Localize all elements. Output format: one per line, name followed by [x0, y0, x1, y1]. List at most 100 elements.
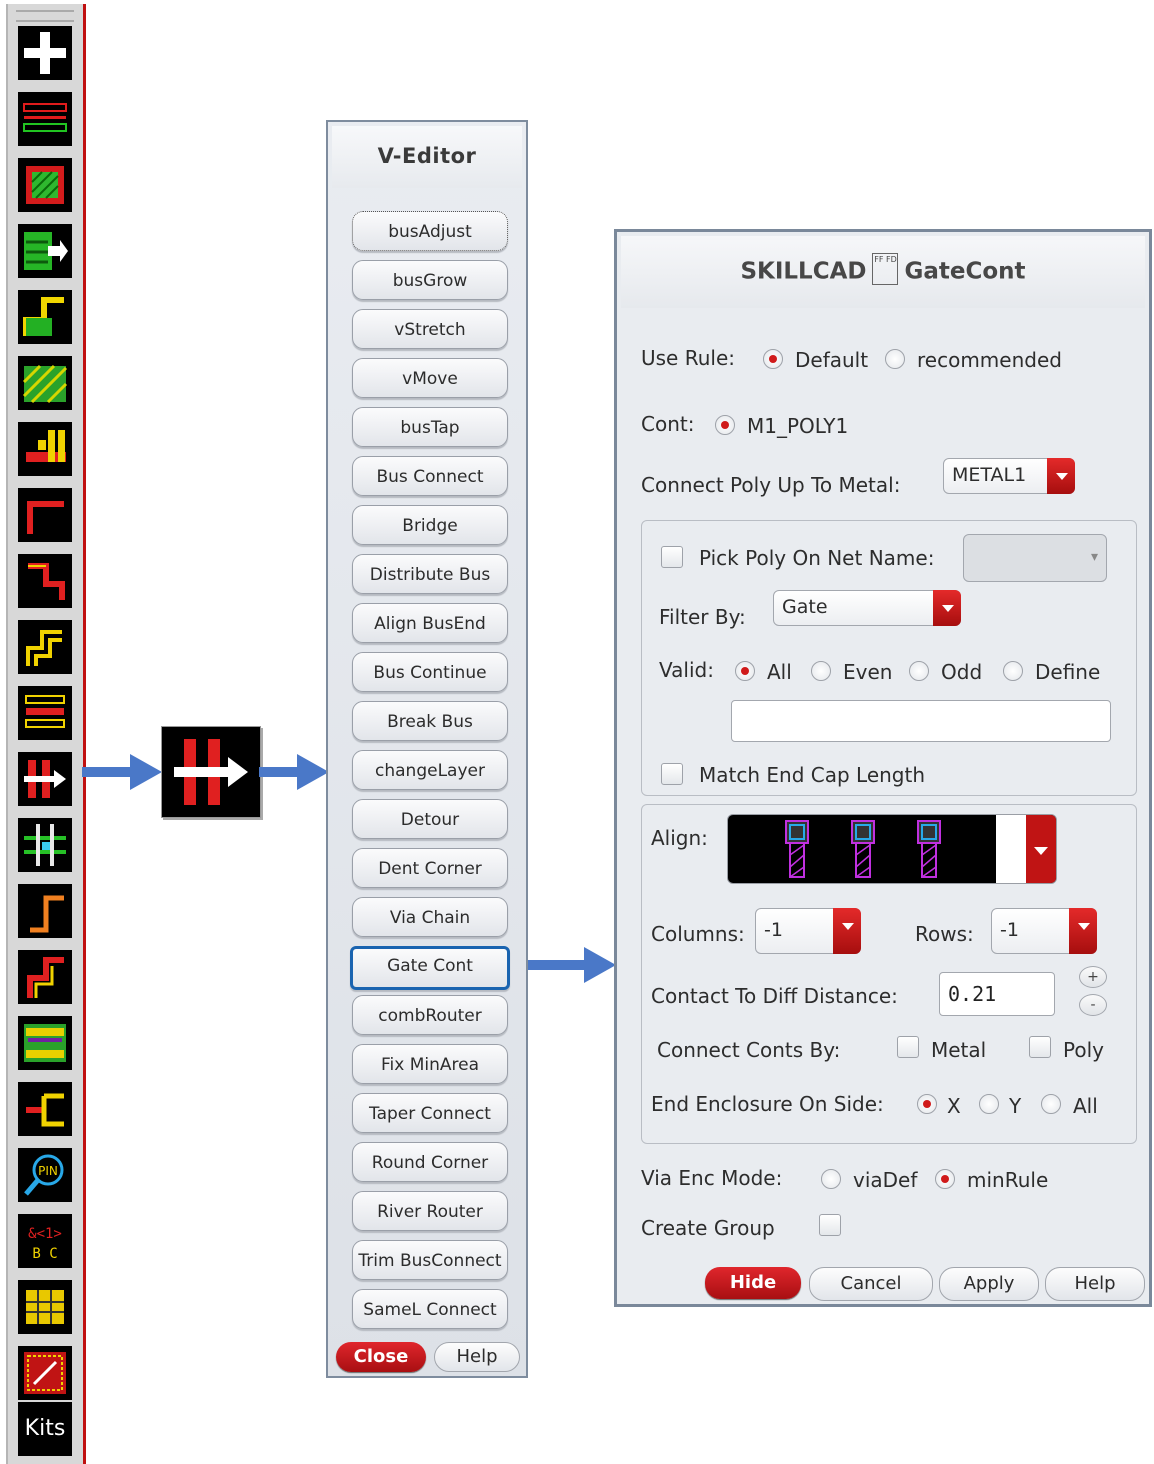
vstretch-button[interactable]: vStretch — [352, 309, 508, 349]
step-corner-icon[interactable] — [18, 554, 72, 608]
bus-continue-button[interactable]: Bus Continue — [352, 652, 508, 692]
comb-router-icon[interactable] — [18, 1016, 72, 1070]
end-enclosure-all-radio[interactable] — [1041, 1094, 1061, 1114]
toolbar-edge — [83, 4, 86, 1464]
end-enclosure-x-radio[interactable] — [917, 1094, 937, 1114]
pick-poly-checkbox[interactable] — [661, 546, 683, 568]
via-enc-minrule-label: minRule — [967, 1168, 1049, 1192]
detour-button[interactable]: Detour — [352, 799, 508, 839]
bus-label-icon[interactable]: &<1> B C — [18, 1214, 72, 1268]
connect-poly-metal-select[interactable]: METAL1 — [943, 458, 1075, 494]
net-name-select[interactable]: ▾ — [963, 534, 1107, 582]
increment-button[interactable]: + — [1079, 966, 1107, 988]
align-pattern-select[interactable] — [727, 814, 1057, 884]
decrement-button[interactable]: - — [1079, 994, 1107, 1016]
arrow-right-icon — [259, 754, 329, 790]
valid-define-input[interactable] — [731, 700, 1111, 742]
trim-busconnect-button[interactable]: Trim BusConnect — [352, 1240, 508, 1280]
bustap-button[interactable]: busTap — [352, 407, 508, 447]
bus-connect-button[interactable]: Bus Connect — [352, 456, 508, 496]
cont-m1poly1-label: M1_POLY1 — [747, 414, 849, 438]
busgrow-button[interactable]: busGrow — [352, 260, 508, 300]
gate-cont-button[interactable]: Gate Cont — [350, 946, 510, 990]
bus-move-icon[interactable] — [18, 224, 72, 278]
jog-corner-icon[interactable] — [18, 950, 72, 1004]
match-end-cap-checkbox[interactable] — [661, 763, 683, 785]
align-label: Align: — [651, 826, 708, 850]
close-button[interactable]: Close — [336, 1342, 426, 1372]
corner-wire-icon[interactable] — [18, 488, 72, 542]
connect-poly-checkbox[interactable] — [1029, 1036, 1051, 1058]
bus-stack-icon[interactable] — [18, 686, 72, 740]
bus-stretch-icon[interactable] — [18, 752, 72, 806]
valid-all-radio[interactable] — [735, 661, 755, 681]
round-corner-button[interactable]: Round Corner — [352, 1142, 508, 1182]
create-group-checkbox[interactable] — [819, 1214, 841, 1236]
single-corner-icon[interactable] — [18, 884, 72, 938]
via-chain-button[interactable]: Via Chain — [352, 897, 508, 937]
chevron-down-icon[interactable]: ▾ — [1091, 541, 1098, 573]
cont-m1poly1-radio[interactable] — [715, 415, 735, 435]
filter-by-select[interactable]: Gate — [773, 590, 961, 626]
valid-even-radio[interactable] — [811, 661, 831, 681]
contact-align-icon — [785, 815, 1056, 883]
bus-tap-icon[interactable] — [18, 422, 72, 476]
svg-text:B C: B C — [32, 1246, 57, 1262]
via-enc-minrule-radio[interactable] — [935, 1169, 955, 1189]
break-bus-button[interactable]: Break Bus — [352, 701, 508, 741]
bridge-button[interactable]: Bridge — [352, 505, 508, 545]
connect-metal-checkbox[interactable] — [897, 1036, 919, 1058]
columns-select[interactable]: -1 — [755, 908, 861, 954]
help-button[interactable]: Help — [434, 1342, 520, 1372]
combrouter-button[interactable]: combRouter — [352, 995, 508, 1035]
chevron-down-icon[interactable] — [933, 590, 961, 626]
double-step-icon[interactable] — [18, 620, 72, 674]
hatched-block-icon[interactable] — [18, 356, 72, 410]
chevron-down-icon[interactable] — [833, 908, 861, 954]
cross-wire-icon[interactable] — [18, 818, 72, 872]
vmove-button[interactable]: vMove — [352, 358, 508, 398]
pin-search-icon[interactable]: PIN — [18, 1148, 72, 1202]
toolbar-grip[interactable] — [16, 10, 74, 22]
taper-connect-button[interactable]: Taper Connect — [352, 1093, 508, 1133]
valid-even-label: Even — [843, 660, 893, 684]
via-enc-viadef-label: viaDef — [853, 1168, 918, 1192]
help-button[interactable]: Help — [1045, 1267, 1145, 1301]
use-rule-default-label: Default — [795, 348, 869, 372]
fix-minarea-button[interactable]: Fix MinArea — [352, 1044, 508, 1084]
kits-button[interactable]: Kits — [18, 1402, 72, 1456]
bus-lines-icon[interactable] — [18, 92, 72, 146]
chevron-down-icon[interactable] — [1069, 908, 1097, 954]
valid-define-radio[interactable] — [1003, 661, 1023, 681]
grid-block-icon[interactable] — [18, 1280, 72, 1334]
hide-button[interactable]: Hide — [705, 1267, 801, 1299]
apply-button[interactable]: Apply — [939, 1267, 1039, 1301]
chevron-down-icon[interactable] — [1047, 458, 1075, 494]
busadjust-button[interactable]: busAdjust — [352, 211, 508, 251]
valid-define-label: Define — [1035, 660, 1101, 684]
align-busend-button[interactable]: Align BusEnd — [352, 603, 508, 643]
v-editor-panel: V-Editor busAdjust busGrow vStretch vMov… — [326, 120, 528, 1378]
river-router-button[interactable]: River Router — [352, 1191, 508, 1231]
changelayer-button[interactable]: changeLayer — [352, 750, 508, 790]
use-rule-recommended-radio[interactable] — [885, 349, 905, 369]
use-rule-label: Use Rule: — [641, 346, 735, 370]
hatched-square-icon[interactable] — [18, 158, 72, 212]
rows-select[interactable]: -1 — [991, 908, 1097, 954]
samel-connect-button[interactable]: SameL Connect — [352, 1289, 508, 1329]
contact-diff-input[interactable]: 0.21 — [939, 972, 1055, 1016]
matrix-block-icon[interactable] — [18, 1346, 72, 1400]
bus-branch-icon[interactable] — [18, 1082, 72, 1136]
end-enclosure-y-radio[interactable] — [979, 1094, 999, 1114]
use-rule-default-radio[interactable] — [763, 349, 783, 369]
dent-corner-button[interactable]: Dent Corner — [352, 848, 508, 888]
rows-label: Rows: — [915, 922, 974, 946]
step-wire-icon[interactable] — [18, 290, 72, 344]
via-enc-viadef-radio[interactable] — [821, 1169, 841, 1189]
distribute-bus-button[interactable]: Distribute Bus — [352, 554, 508, 594]
cancel-button[interactable]: Cancel — [809, 1267, 933, 1301]
valid-odd-radio[interactable] — [909, 661, 929, 681]
plus-icon[interactable] — [18, 26, 72, 80]
cont-label: Cont: — [641, 412, 695, 436]
connect-poly-label: Connect Poly Up To Metal: — [641, 473, 901, 497]
